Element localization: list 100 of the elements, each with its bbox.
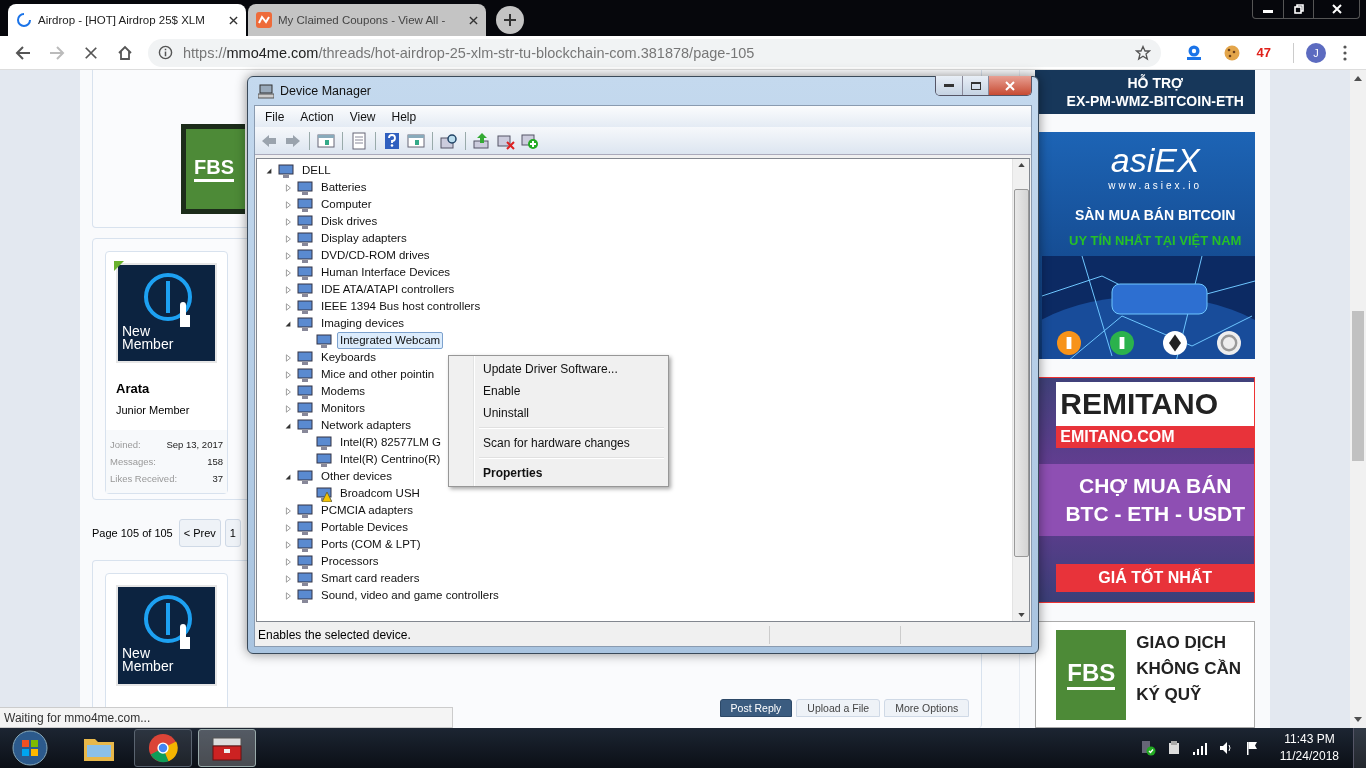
taskbar-app-button[interactable] (198, 729, 256, 767)
menu-item[interactable]: Update Driver Software... (451, 358, 666, 380)
avatar[interactable]: New Member (116, 585, 217, 686)
scroll-thumb[interactable] (1013, 189, 1029, 557)
tree-item[interactable]: PCMCIA adapters (318, 502, 417, 519)
tree-item[interactable]: Integrated Webcam (337, 332, 444, 349)
tree-item[interactable]: Keyboards (318, 349, 379, 366)
scroll-down-arrow-icon[interactable] (1354, 717, 1362, 722)
close-icon[interactable] (469, 15, 478, 25)
expand-arrow-icon[interactable] (284, 370, 292, 379)
expand-arrow-icon[interactable] (284, 234, 292, 243)
minimize-button[interactable] (936, 76, 962, 95)
tree-item[interactable]: Mice and other pointin (318, 366, 438, 383)
volume-icon[interactable] (1217, 740, 1234, 756)
tree-item[interactable]: Batteries (318, 179, 370, 196)
clock-date[interactable]: 11/24/2018 (1279, 748, 1339, 765)
expand-arrow-icon[interactable] (284, 302, 292, 311)
browser-tab[interactable]: Airdrop - [HOT] Airdrop 25$ XLM (8, 4, 246, 36)
extension-icon[interactable] (1184, 43, 1203, 62)
info-icon[interactable] (158, 45, 173, 60)
tree-item[interactable]: Smart card readers (318, 570, 423, 587)
scroll-up-arrow-icon[interactable] (1017, 163, 1025, 167)
menu-item[interactable]: Properties (451, 462, 666, 484)
shield-check-icon[interactable] (1139, 740, 1156, 756)
expand-arrow-icon[interactable] (284, 557, 292, 566)
extension-badge[interactable]: 47 (1256, 45, 1271, 60)
tree-item[interactable]: Sound, video and game controllers (318, 587, 502, 604)
signal-bars-icon[interactable] (1191, 740, 1208, 756)
expand-arrow-icon[interactable] (284, 387, 292, 396)
ad-banner[interactable]: HỖ TRỢ EX-PM-WMZ-BITCOIN-ETH (1035, 70, 1256, 114)
scroll-up-arrow-icon[interactable] (1354, 76, 1362, 81)
tree-item[interactable]: Other devices (318, 468, 395, 485)
tree-item[interactable]: Disk drives (318, 213, 381, 230)
collapse-arrow-icon[interactable] (265, 166, 273, 175)
close-icon[interactable] (229, 15, 238, 25)
action-button[interactable]: Upload a File (796, 699, 881, 717)
menu-item[interactable]: Action (292, 106, 342, 127)
tree-item[interactable]: Processors (318, 553, 382, 570)
collapse-arrow-icon[interactable] (284, 421, 292, 430)
tree-item[interactable]: Display adapters (318, 230, 410, 247)
expand-arrow-icon[interactable] (284, 540, 292, 549)
tree-item[interactable]: IEEE 1394 Bus host controllers (318, 298, 484, 315)
expand-arrow-icon[interactable] (284, 200, 292, 209)
collapse-arrow-icon[interactable] (284, 319, 292, 328)
restore-icon (1293, 4, 1304, 14)
menu-item[interactable]: Help (383, 106, 425, 127)
expand-arrow-icon[interactable] (284, 268, 292, 277)
taskbar-app-button[interactable] (134, 729, 192, 767)
new-tab-button[interactable] (496, 6, 524, 34)
expand-arrow-icon[interactable] (284, 506, 292, 515)
tree-item[interactable]: Intel(R) 82577LM G (337, 434, 444, 451)
menu-item[interactable]: View (341, 106, 384, 127)
pagination-button[interactable]: < Prev (178, 519, 221, 547)
menu-item[interactable]: Scan for hardware changes (451, 432, 666, 454)
expand-arrow-icon[interactable] (284, 251, 292, 260)
tree-item[interactable]: Monitors (318, 400, 369, 417)
menu-item[interactable]: Enable (451, 380, 666, 402)
expand-arrow-icon[interactable] (284, 523, 292, 532)
tree-item[interactable]: IDE ATA/ATAPI controllers (318, 281, 458, 298)
tree-item[interactable]: Portable Devices (318, 519, 411, 536)
expand-arrow-icon[interactable] (284, 285, 292, 294)
pagination-button[interactable]: 1 (224, 519, 241, 547)
ad-banner[interactable]: FBS GIAO DỊCH KHÔNG CẦN KÝ QUỸ (1035, 620, 1256, 728)
tree-item[interactable]: Broadcom USH (337, 485, 423, 502)
avatar[interactable]: New Member (116, 263, 217, 363)
clock-time[interactable]: 11:43 PM (1284, 731, 1335, 748)
device-icon (297, 553, 313, 570)
scroll-down-arrow-icon[interactable] (1017, 613, 1025, 617)
tree-item[interactable]: DVD/CD-ROM drives (318, 247, 433, 264)
expand-arrow-icon[interactable] (284, 353, 292, 362)
cookie-icon[interactable] (1222, 43, 1241, 62)
expand-arrow-icon[interactable] (284, 404, 292, 413)
tree-item[interactable]: Network adapters (318, 417, 415, 434)
profile-button[interactable]: J (1306, 42, 1326, 63)
tree-item[interactable]: Modems (318, 383, 369, 400)
tree-item[interactable]: Intel(R) Centrino(R) (337, 451, 444, 468)
scroll-thumb[interactable] (1352, 311, 1364, 461)
collapse-arrow-icon[interactable] (284, 472, 292, 481)
expand-arrow-icon[interactable] (284, 217, 292, 226)
fbs-banner[interactable]: FBS (181, 124, 245, 214)
tree-item[interactable]: Computer (318, 196, 375, 213)
menu-item[interactable]: File (257, 106, 293, 127)
page-scrollbar[interactable] (1350, 70, 1366, 728)
tree-item[interactable]: Human Interface Devices (318, 264, 454, 281)
username-link[interactable]: Arata (116, 381, 150, 396)
menu-item[interactable]: Uninstall (451, 402, 666, 424)
expand-arrow-icon[interactable] (284, 574, 292, 583)
start-button[interactable] (10, 728, 50, 768)
bookmark-star-icon[interactable] (1134, 44, 1151, 61)
tree-item[interactable]: Ports (COM & LPT) (318, 536, 424, 553)
expand-arrow-icon[interactable] (284, 183, 292, 192)
expand-arrow-icon[interactable] (284, 591, 292, 600)
address-field[interactable]: https://mmo4me.com/threads/hot-airdrop-25-xlm-str-tu-blockchain-com.381878/page-105 (148, 38, 1161, 67)
tree-item[interactable]: DELL (299, 162, 334, 179)
tree-item[interactable]: Imaging devices (318, 315, 408, 332)
vertical-scrollbar[interactable] (1012, 159, 1029, 621)
action-button[interactable]: More Options (884, 699, 970, 717)
maximize-button[interactable] (962, 76, 988, 95)
action-button[interactable]: Post Reply (719, 699, 793, 717)
browser-tab[interactable]: My Claimed Coupons - View All - (248, 4, 486, 36)
